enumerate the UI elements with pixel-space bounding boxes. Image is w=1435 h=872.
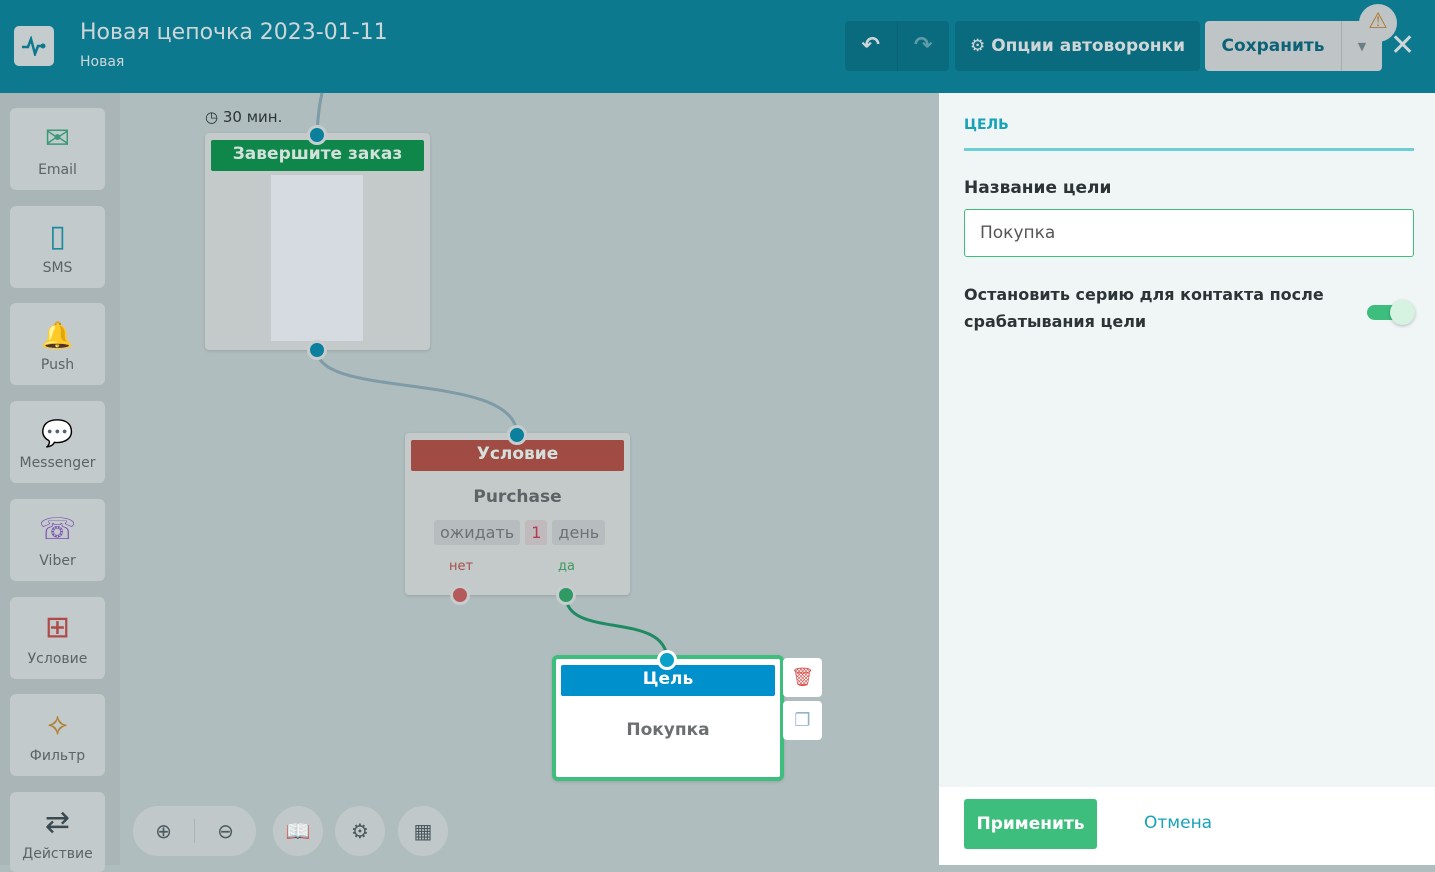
- section-divider: [964, 148, 1414, 151]
- email-node[interactable]: Завершите заказ: [205, 133, 430, 350]
- wait-label: ожидать: [434, 520, 521, 545]
- no-port[interactable]: [450, 585, 470, 605]
- wait-unit: день: [552, 520, 606, 545]
- guide-button[interactable]: 📖: [273, 806, 323, 856]
- stop-series-toggle[interactable]: [1367, 300, 1415, 325]
- goal-settings-panel: ЦЕЛЬ Название цели Остановить серию для …: [939, 93, 1435, 787]
- funnel-options-label: Опции автоворонки: [991, 36, 1186, 56]
- zoom-in-button[interactable]: ⊕: [133, 819, 194, 843]
- condition-in-port[interactable]: [507, 425, 527, 445]
- arrange-button[interactable]: ▦: [398, 806, 448, 856]
- delete-node-button[interactable]: 🗑: [783, 658, 822, 697]
- goal-name-input[interactable]: [964, 209, 1414, 257]
- condition-node[interactable]: Условие Purchase ожидать 1 день нет да: [405, 433, 630, 595]
- stop-series-label: Остановить серию для контакта после сраб…: [964, 285, 1324, 331]
- clock-icon: ◷: [205, 108, 219, 126]
- toggle-knob: [1390, 300, 1415, 325]
- yes-port[interactable]: [556, 585, 576, 605]
- email-out-port[interactable]: [307, 340, 327, 360]
- condition-event: Purchase: [473, 487, 562, 507]
- delay-label: ◷ 30 мин.: [205, 108, 282, 126]
- gear-icon: ⚙: [969, 36, 986, 56]
- yes-branch-label: да: [558, 559, 575, 574]
- gear-icon: ⚙: [351, 819, 369, 843]
- close-icon[interactable]: ✕: [1390, 28, 1415, 63]
- goal-node-name: Покупка: [626, 720, 710, 740]
- save-button[interactable]: Сохранить ▼: [1205, 21, 1382, 71]
- panel-footer: Применить Отмена: [939, 787, 1435, 865]
- trash-icon: 🗑: [791, 667, 814, 688]
- zoom-out-button[interactable]: ⊖: [194, 819, 256, 843]
- grid-icon: ▦: [413, 819, 433, 843]
- email-in-port[interactable]: [307, 125, 327, 145]
- copy-icon: ❐: [794, 710, 811, 731]
- wait-value: 1: [525, 520, 548, 545]
- delay-value: 30 мин.: [222, 108, 283, 126]
- no-branch-label: нет: [449, 559, 474, 574]
- wait-group: ожидать 1 день: [434, 520, 606, 545]
- apply-button[interactable]: Применить: [964, 799, 1097, 849]
- zoom-group: ⊕ ⊖: [133, 806, 256, 856]
- duplicate-node-button[interactable]: ❐: [783, 701, 822, 740]
- goal-in-port[interactable]: [657, 650, 677, 670]
- panel-section-title: ЦЕЛЬ: [964, 117, 1009, 133]
- cancel-button[interactable]: Отмена: [1144, 813, 1212, 833]
- save-label: Сохранить: [1221, 36, 1325, 56]
- book-icon: 📖: [285, 819, 311, 843]
- settings-button[interactable]: ⚙: [335, 806, 385, 856]
- goal-name-label: Название цели: [964, 178, 1112, 198]
- email-preview-thumbnail: [271, 175, 363, 341]
- goal-node[interactable]: Цель Покупка: [552, 655, 784, 781]
- funnel-options-button[interactable]: ⚙ Опции автоворонки: [955, 21, 1200, 71]
